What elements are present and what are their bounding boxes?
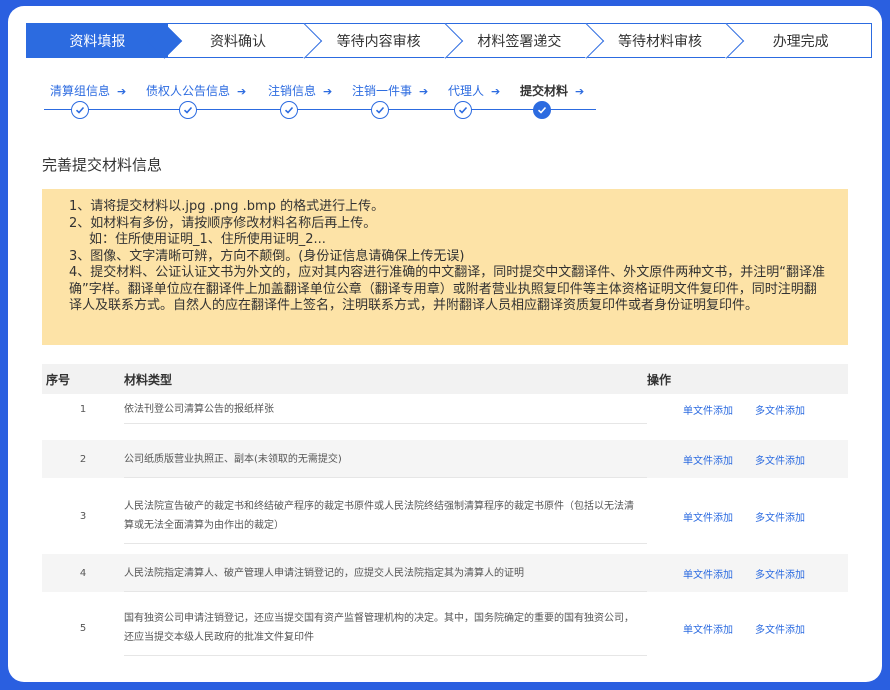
row-index: 1 — [79, 403, 87, 415]
row-index: 3 — [79, 510, 87, 522]
process-step-label: 等待材料审核 — [618, 33, 703, 50]
row-ops: 单文件添加 多文件添加 — [647, 566, 848, 581]
sub-steps-line — [44, 109, 596, 110]
check-circle-icon — [280, 101, 298, 119]
sub-step-liquidation-group[interactable]: 清算组信息 ➔ — [50, 82, 126, 99]
row-type-text: 人民法院指定清算人、破产管理人申请注销登记的，应提交人民法院指定其为清算人的证明 — [124, 567, 524, 579]
arrow-right-icon: ➔ — [237, 85, 247, 98]
header-index: 序号 — [46, 372, 71, 387]
multi-upload-link[interactable]: 多文件添加 — [755, 452, 805, 467]
multi-upload-link[interactable]: 多文件添加 — [755, 566, 805, 581]
row-index: 2 — [79, 453, 87, 465]
single-upload-link[interactable]: 单文件添加 — [683, 452, 733, 467]
notice-line: 1、请将提交材料以.jpg .png .bmp 的格式进行上传。 — [69, 199, 385, 214]
row-type: 公司纸质版营业执照正、副本(未领取的无需提交) — [124, 440, 647, 478]
arrow-right-icon: ➔ — [575, 85, 585, 98]
materials-table: 序号 材料类型 操作 1 依法刊登公司清算公告的报纸样张 单文件添加 多文件添加… — [42, 364, 848, 656]
row-type-text: 公司纸质版营业执照正、副本(未领取的无需提交) — [124, 453, 342, 465]
sub-step-label: 清算组信息 — [50, 84, 111, 98]
row-type-text: 人民法院宣告破产的裁定书和终结破产程序的裁定书原件或人民法院终结强制清算程序的裁… — [124, 501, 634, 531]
single-upload-link[interactable]: 单文件添加 — [683, 402, 733, 417]
row-ops: 单文件添加 多文件添加 — [647, 452, 848, 467]
row-type-text: 依法刊登公司清算公告的报纸样张 — [124, 403, 274, 415]
check-circle-icon — [179, 101, 197, 119]
table-row: 2 公司纸质版营业执照正、副本(未领取的无需提交) 单文件添加 多文件添加 — [42, 440, 848, 478]
app-window: 资料填报 资料确认 等待内容审核 材料签署递交 等待材料审核 办理完成 清算组信… — [8, 6, 882, 682]
process-step-label: 材料签署递交 — [477, 33, 562, 50]
single-upload-link[interactable]: 单文件添加 — [683, 509, 733, 524]
table-row: 4 人民法院指定清算人、破产管理人申请注销登记的，应提交人民法院指定其为清算人的… — [42, 554, 848, 592]
single-upload-link[interactable]: 单文件添加 — [683, 621, 733, 636]
process-steps: 资料填报 资料确认 等待内容审核 材料签署递交 等待材料审核 办理完成 — [26, 23, 872, 58]
table-row: 1 依法刊登公司清算公告的报纸样张 单文件添加 多文件添加 — [42, 394, 848, 424]
sub-step-label: 提交材料 — [520, 84, 569, 98]
notice-line: 4、提交材料、公证认证文书为外文的，应对其内容进行准确的中文翻译，同时提交中文翻… — [69, 265, 826, 313]
row-ops: 单文件添加 多文件添加 — [647, 621, 848, 636]
process-step-complete[interactable]: 办理完成 — [730, 24, 872, 57]
check-circle-icon — [533, 101, 551, 119]
row-type: 人民法院宣告破产的裁定书和终结破产程序的裁定书原件或人民法院终结强制清算程序的裁… — [124, 488, 647, 544]
table-row: 5 国有独资公司申请注销登记，还应当提交国有资产监督管理机构的决定。其中，国务院… — [42, 600, 848, 656]
check-circle-icon — [71, 101, 89, 119]
check-circle-icon — [371, 101, 389, 119]
process-step-label: 办理完成 — [772, 33, 829, 50]
process-step-content-review[interactable]: 等待内容审核 — [308, 24, 450, 57]
sub-step-agent[interactable]: 代理人 ➔ — [448, 82, 500, 99]
sub-step-label: 注销信息 — [268, 84, 317, 98]
arrow-right-icon: ➔ — [323, 85, 333, 98]
process-step-material-review[interactable]: 等待材料审核 — [589, 24, 731, 57]
process-step-label: 等待内容审核 — [336, 33, 421, 50]
check-circle-icon — [454, 101, 472, 119]
sub-step-label: 注销一件事 — [352, 84, 413, 98]
process-step-label: 资料填报 — [69, 33, 126, 50]
sub-step-submit-materials[interactable]: 提交材料 ➔ — [520, 82, 584, 99]
row-type: 人民法院指定清算人、破产管理人申请注销登记的，应提交人民法院指定其为清算人的证明 — [124, 554, 647, 592]
arrow-right-icon: ➔ — [491, 85, 501, 98]
section-title: 完善提交材料信息 — [42, 156, 163, 174]
row-index: 4 — [79, 567, 87, 579]
row-type-text: 国有独资公司申请注销登记，还应当提交国有资产监督管理机构的决定。其中，国务院确定… — [124, 613, 634, 643]
row-ops: 单文件添加 多文件添加 — [647, 509, 848, 524]
row-type: 依法刊登公司清算公告的报纸样张 — [124, 394, 647, 424]
arrow-right-icon: ➔ — [117, 85, 127, 98]
sub-step-one-thing[interactable]: 注销一件事 ➔ — [352, 82, 428, 99]
notice-line: 3、图像、文字清晰可辨，方向不颠倒。(身份证信息请确保上传无误) — [69, 248, 465, 264]
sub-step-label: 债权人公告信息 — [146, 84, 231, 98]
table-header: 序号 材料类型 操作 — [42, 364, 848, 394]
single-upload-link[interactable]: 单文件添加 — [683, 566, 733, 581]
row-ops: 单文件添加 多文件添加 — [647, 402, 848, 417]
sub-steps: 清算组信息 ➔ 债权人公告信息 ➔ 注销信息 ➔ 注销一件事 ➔ 代理人 ➔ 提交材料 ➔ — [44, 82, 604, 122]
process-step-sign-submit[interactable]: 材料签署递交 — [449, 24, 590, 57]
notice-line: 2、如材料有多份，请按顺序修改材料名称后再上传。 — [69, 215, 377, 231]
sub-step-creditor-notice[interactable]: 债权人公告信息 ➔ — [146, 82, 246, 99]
header-ops: 操作 — [647, 372, 672, 387]
sub-step-label: 代理人 — [448, 84, 485, 98]
header-type: 材料类型 — [124, 372, 173, 387]
table-row: 3 人民法院宣告破产的裁定书和终结破产程序的裁定书原件或人民法院终结强制清算程序… — [42, 488, 848, 544]
upload-instructions-notice: 1、请将提交材料以.jpg .png .bmp 的格式进行上传。 2、如材料有多… — [42, 189, 848, 345]
multi-upload-link[interactable]: 多文件添加 — [755, 402, 805, 417]
process-step-confirm[interactable]: 资料确认 — [167, 24, 309, 57]
arrow-right-icon: ➔ — [419, 85, 429, 98]
row-type: 国有独资公司申请注销登记，还应当提交国有资产监督管理机构的决定。其中，国务院确定… — [124, 600, 647, 656]
multi-upload-link[interactable]: 多文件添加 — [755, 509, 805, 524]
sub-step-cancellation-info[interactable]: 注销信息 ➔ — [268, 82, 332, 99]
process-step-label: 资料确认 — [210, 33, 266, 50]
row-index: 5 — [79, 622, 87, 634]
multi-upload-link[interactable]: 多文件添加 — [755, 621, 805, 636]
notice-line: 如：住所使用证明_1、住所使用证明_2... — [89, 232, 326, 247]
process-step-fill[interactable]: 资料填报 — [27, 24, 168, 57]
